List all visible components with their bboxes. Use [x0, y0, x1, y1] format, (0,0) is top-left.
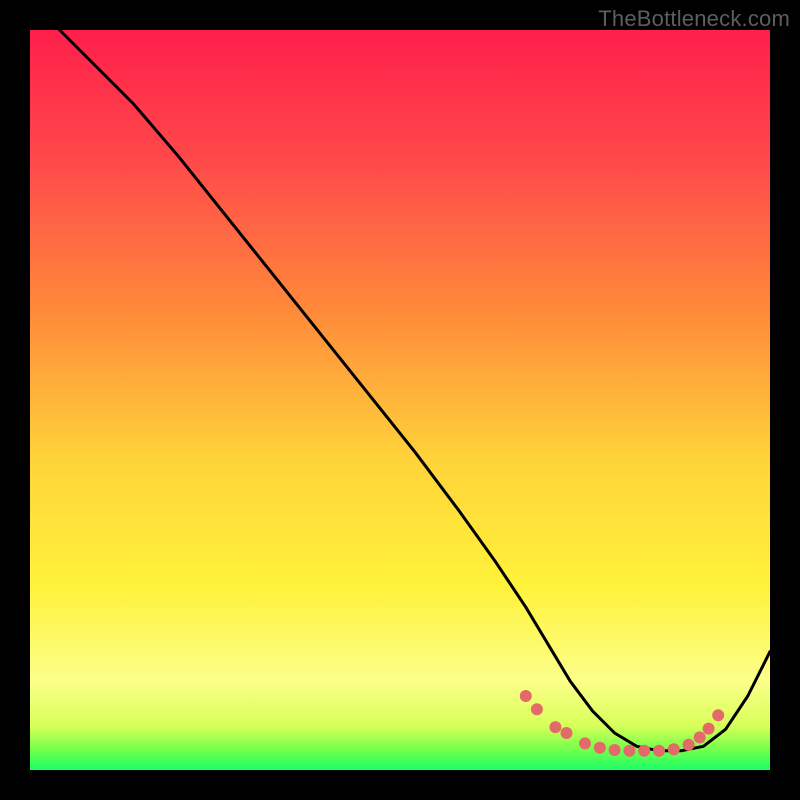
- highlight-dot: [703, 723, 715, 735]
- highlight-dot: [609, 744, 621, 756]
- bottleneck-curve-path: [60, 30, 770, 751]
- plot-area: [30, 30, 770, 770]
- marker-group: [520, 690, 724, 757]
- highlight-dot: [531, 703, 543, 715]
- highlight-dot: [668, 743, 680, 755]
- highlight-dot: [623, 745, 635, 757]
- highlight-dot: [520, 690, 532, 702]
- highlight-dot: [579, 737, 591, 749]
- highlight-dot: [683, 739, 695, 751]
- highlight-dot: [561, 727, 573, 739]
- watermark-text: TheBottleneck.com: [598, 6, 790, 32]
- highlight-dot: [712, 709, 724, 721]
- highlight-dot: [694, 731, 706, 743]
- curve-layer: [30, 30, 770, 770]
- highlight-dot: [653, 745, 665, 757]
- highlight-dot: [638, 745, 650, 757]
- highlight-dot: [594, 742, 606, 754]
- chart-frame: TheBottleneck.com: [0, 0, 800, 800]
- highlight-dot: [549, 721, 561, 733]
